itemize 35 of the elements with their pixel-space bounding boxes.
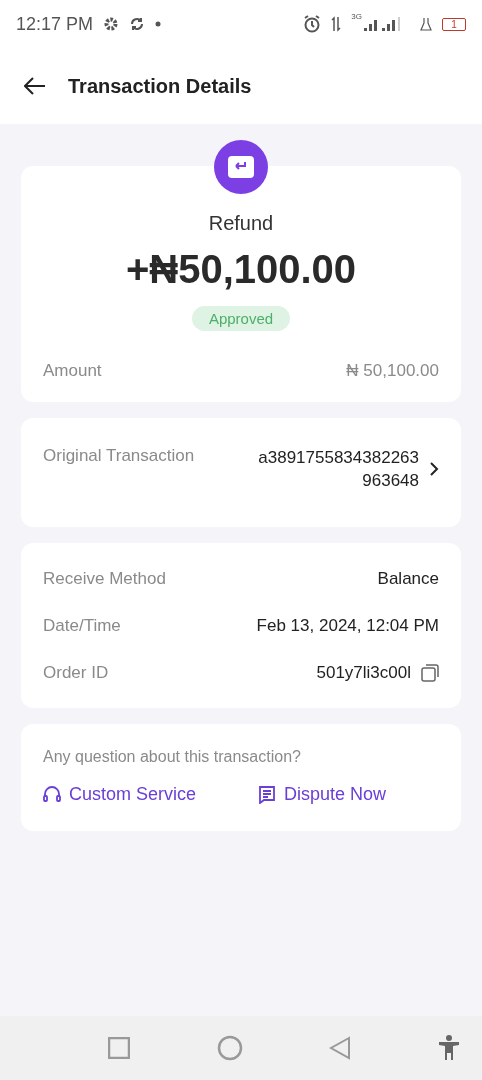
detail-value: Balance <box>377 568 439 589</box>
dispute-link[interactable]: Dispute Now <box>258 784 387 805</box>
document-icon <box>258 785 277 804</box>
custom-service-link[interactable]: Custom Service <box>43 784 197 805</box>
accessibility-icon[interactable] <box>437 1035 460 1061</box>
help-question: Any question about this transaction? <box>43 748 302 766</box>
transaction-amount: +₦50,100.00 <box>124 247 358 292</box>
status-time: 12:17 PM <box>16 13 94 35</box>
back-arrow-icon[interactable] <box>24 77 46 95</box>
transaction-type: Refund <box>207 212 275 235</box>
alarm-icon <box>303 15 322 33</box>
detail-value: Feb 13, 2024, 12:04 PM <box>256 615 439 636</box>
original-transaction-label: Original Transaction <box>43 446 195 466</box>
sync-icon <box>129 16 146 32</box>
recent-apps-icon[interactable] <box>108 1037 130 1059</box>
network-type: 3G <box>351 12 362 21</box>
detail-label: Receive Method <box>43 568 166 589</box>
chevron-right-icon[interactable] <box>429 461 439 477</box>
detail-value: 501y7li3c00l <box>316 662 411 683</box>
dot-icon <box>155 21 162 27</box>
original-transaction-id: a3891755834382263963648 <box>257 447 419 492</box>
detail-label: Order ID <box>43 662 109 683</box>
settings-icon <box>103 16 120 32</box>
amount-value: ₦ 50,100.00 <box>346 360 439 381</box>
headset-icon <box>43 785 61 804</box>
flask-icon <box>420 17 432 31</box>
home-icon[interactable] <box>216 1035 243 1061</box>
page-title: Transaction Details <box>68 74 252 98</box>
amount-label: Amount <box>43 360 102 381</box>
back-icon[interactable] <box>329 1036 352 1060</box>
data-arrows-icon <box>331 16 342 32</box>
detail-label: Date/Time <box>43 615 121 636</box>
copy-icon[interactable] <box>421 663 439 682</box>
battery-indicator: 1 <box>442 17 466 31</box>
status-tag: Approved <box>191 306 291 331</box>
